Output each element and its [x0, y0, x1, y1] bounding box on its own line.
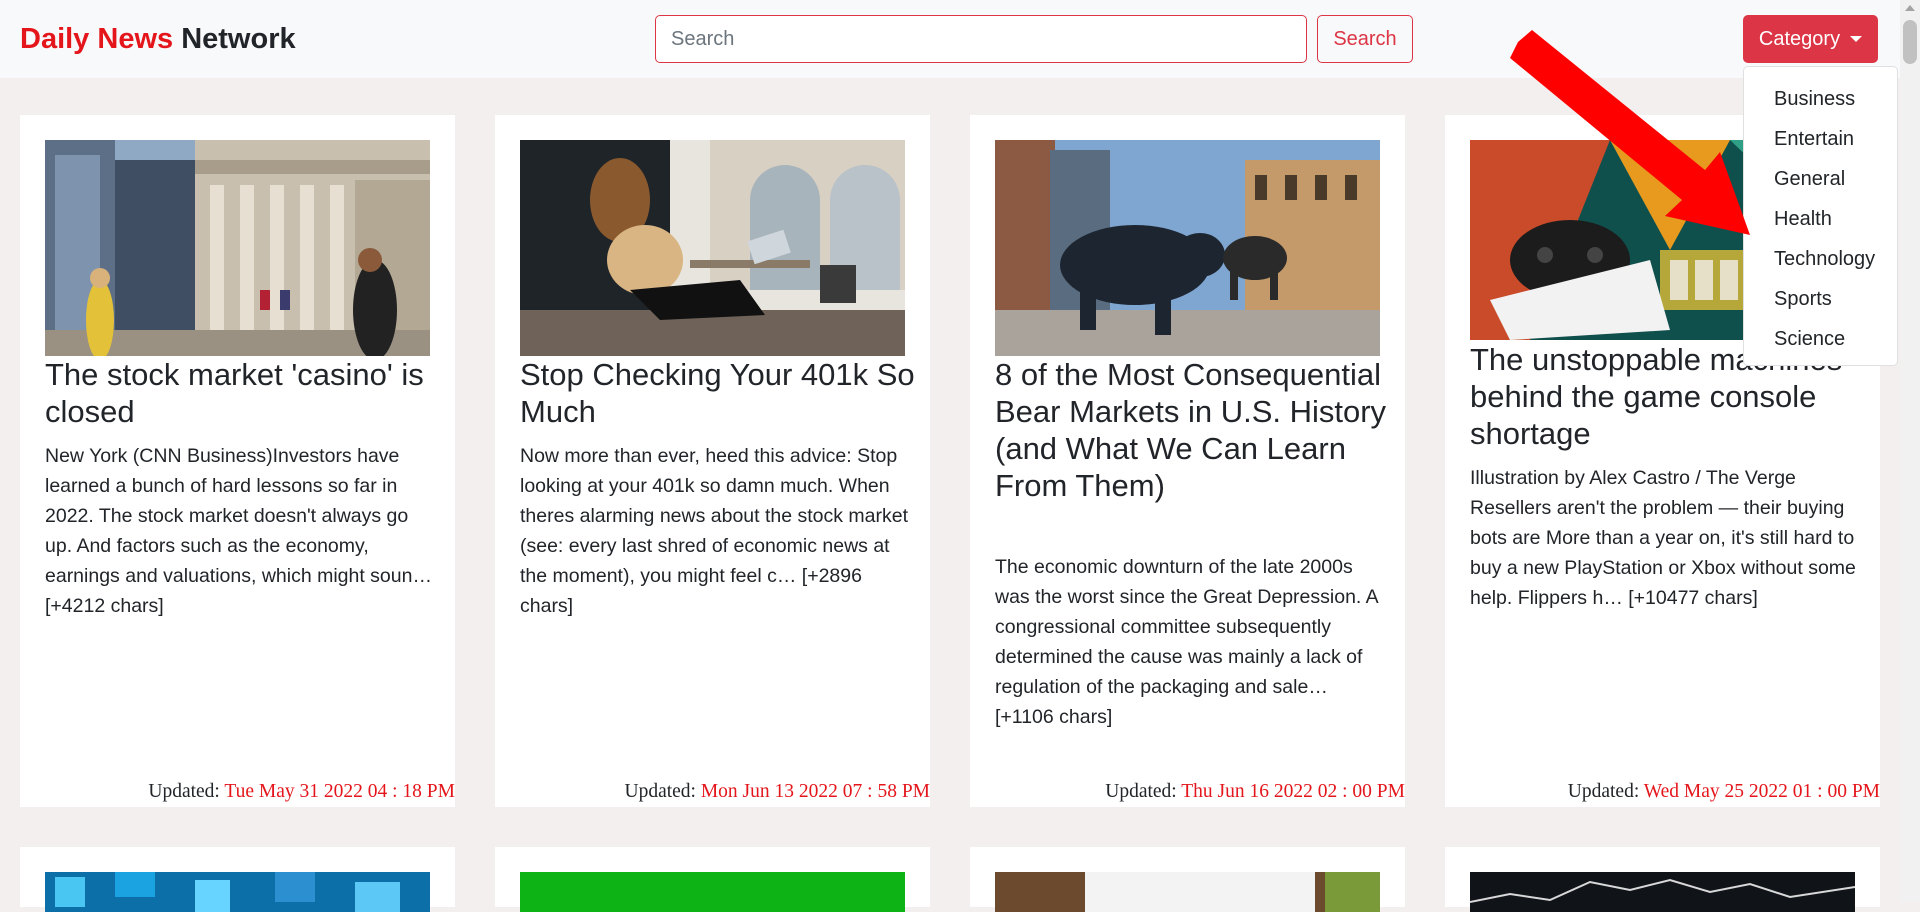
- woman-laptop-illustration: [520, 140, 905, 356]
- news-updated: Updated: Wed May 25 2022 01 : 00 PM: [1568, 781, 1880, 803]
- stock-exchange-illustration: [45, 140, 430, 356]
- scrollbar[interactable]: [1900, 0, 1920, 902]
- news-image-bear-bull[interactable]: [995, 140, 1380, 356]
- news-description: Now more than ever, heed this advice: St…: [520, 445, 909, 617]
- news-card[interactable]: [1445, 847, 1880, 912]
- updated-date: Thu Jun 16 2022 02 : 00 PM: [1181, 781, 1405, 802]
- navbar: Daily News Network Search Category: [0, 0, 1920, 78]
- updated-label: Updated:: [624, 781, 696, 802]
- news-image[interactable]: [45, 872, 430, 912]
- green-banner-illustration: [520, 872, 905, 912]
- dropdown-item-general[interactable]: General: [1744, 159, 1897, 199]
- news-description: The economic downturn of the late 2000s …: [995, 556, 1378, 728]
- news-card[interactable]: [20, 847, 455, 912]
- updated-label: Updated:: [1105, 781, 1177, 802]
- caret-down-icon: [1850, 36, 1863, 42]
- updated-label: Updated:: [1567, 781, 1640, 802]
- updated-label: Updated:: [148, 781, 220, 802]
- updated-date: Wed May 25 2022 01 : 00 PM: [1643, 781, 1880, 802]
- news-updated: Updated: Tue May 31 2022 04 : 18 PM: [148, 781, 455, 803]
- bear-bull-statue-illustration: [995, 140, 1380, 356]
- news-title[interactable]: Stop Checking Your 401k So Much: [520, 356, 915, 430]
- dropdown-item-business[interactable]: Business: [1744, 79, 1897, 119]
- brand-name-red: Daily News: [20, 23, 174, 55]
- blue-cubes-illustration: [45, 872, 430, 912]
- dropdown-item-technology[interactable]: Technology: [1744, 239, 1897, 279]
- laptop-desk-illustration: [995, 872, 1380, 912]
- dropdown-item-health[interactable]: Health: [1744, 199, 1897, 239]
- category-dropdown-button[interactable]: Category: [1743, 15, 1878, 63]
- scroll-up-arrow-icon[interactable]: [1905, 5, 1915, 11]
- search-button[interactable]: Search: [1317, 15, 1413, 63]
- dropdown-item-science[interactable]: Science: [1744, 319, 1897, 359]
- news-card[interactable]: Stop Checking Your 401k So Much Now more…: [495, 115, 930, 807]
- dropdown-item-entertainment[interactable]: Entertain: [1744, 119, 1897, 159]
- stock-chart-illustration: [1470, 872, 1855, 912]
- news-image[interactable]: [520, 872, 905, 912]
- news-title[interactable]: 8 of the Most Consequential Bear Markets…: [995, 356, 1390, 504]
- news-card[interactable]: The stock market 'casino' is closed New …: [20, 115, 455, 807]
- news-card[interactable]: [495, 847, 930, 912]
- news-updated: Updated: Thu Jun 16 2022 02 : 00 PM: [1105, 781, 1405, 803]
- news-image[interactable]: [1470, 872, 1855, 912]
- news-updated: Updated: Mon Jun 13 2022 07 : 58 PM: [624, 781, 930, 803]
- dropdown-item-sports[interactable]: Sports: [1744, 279, 1897, 319]
- brand-name-dark: Network: [181, 23, 296, 55]
- news-description: New York (CNN Business)Investors have le…: [45, 445, 432, 617]
- news-card[interactable]: 8 of the Most Consequential Bear Markets…: [970, 115, 1405, 807]
- updated-date: Tue May 31 2022 04 : 18 PM: [224, 781, 455, 802]
- updated-date: Mon Jun 13 2022 07 : 58 PM: [700, 781, 930, 802]
- news-image-woman-laptop[interactable]: [520, 140, 905, 356]
- news-title[interactable]: The stock market 'casino' is closed: [45, 356, 440, 430]
- news-card[interactable]: [970, 847, 1405, 912]
- news-description: Illustration by Alex Castro / The Verge …: [1470, 467, 1856, 609]
- category-dropdown-menu: Business Entertain General Health Techno…: [1743, 66, 1898, 366]
- news-image[interactable]: [995, 872, 1380, 912]
- news-image-stock-exchange[interactable]: [45, 140, 430, 356]
- search-input[interactable]: [655, 15, 1307, 63]
- scrollbar-thumb[interactable]: [1903, 20, 1917, 64]
- brand-logo[interactable]: Daily News Network: [20, 20, 296, 58]
- category-button-label: Category: [1758, 27, 1841, 50]
